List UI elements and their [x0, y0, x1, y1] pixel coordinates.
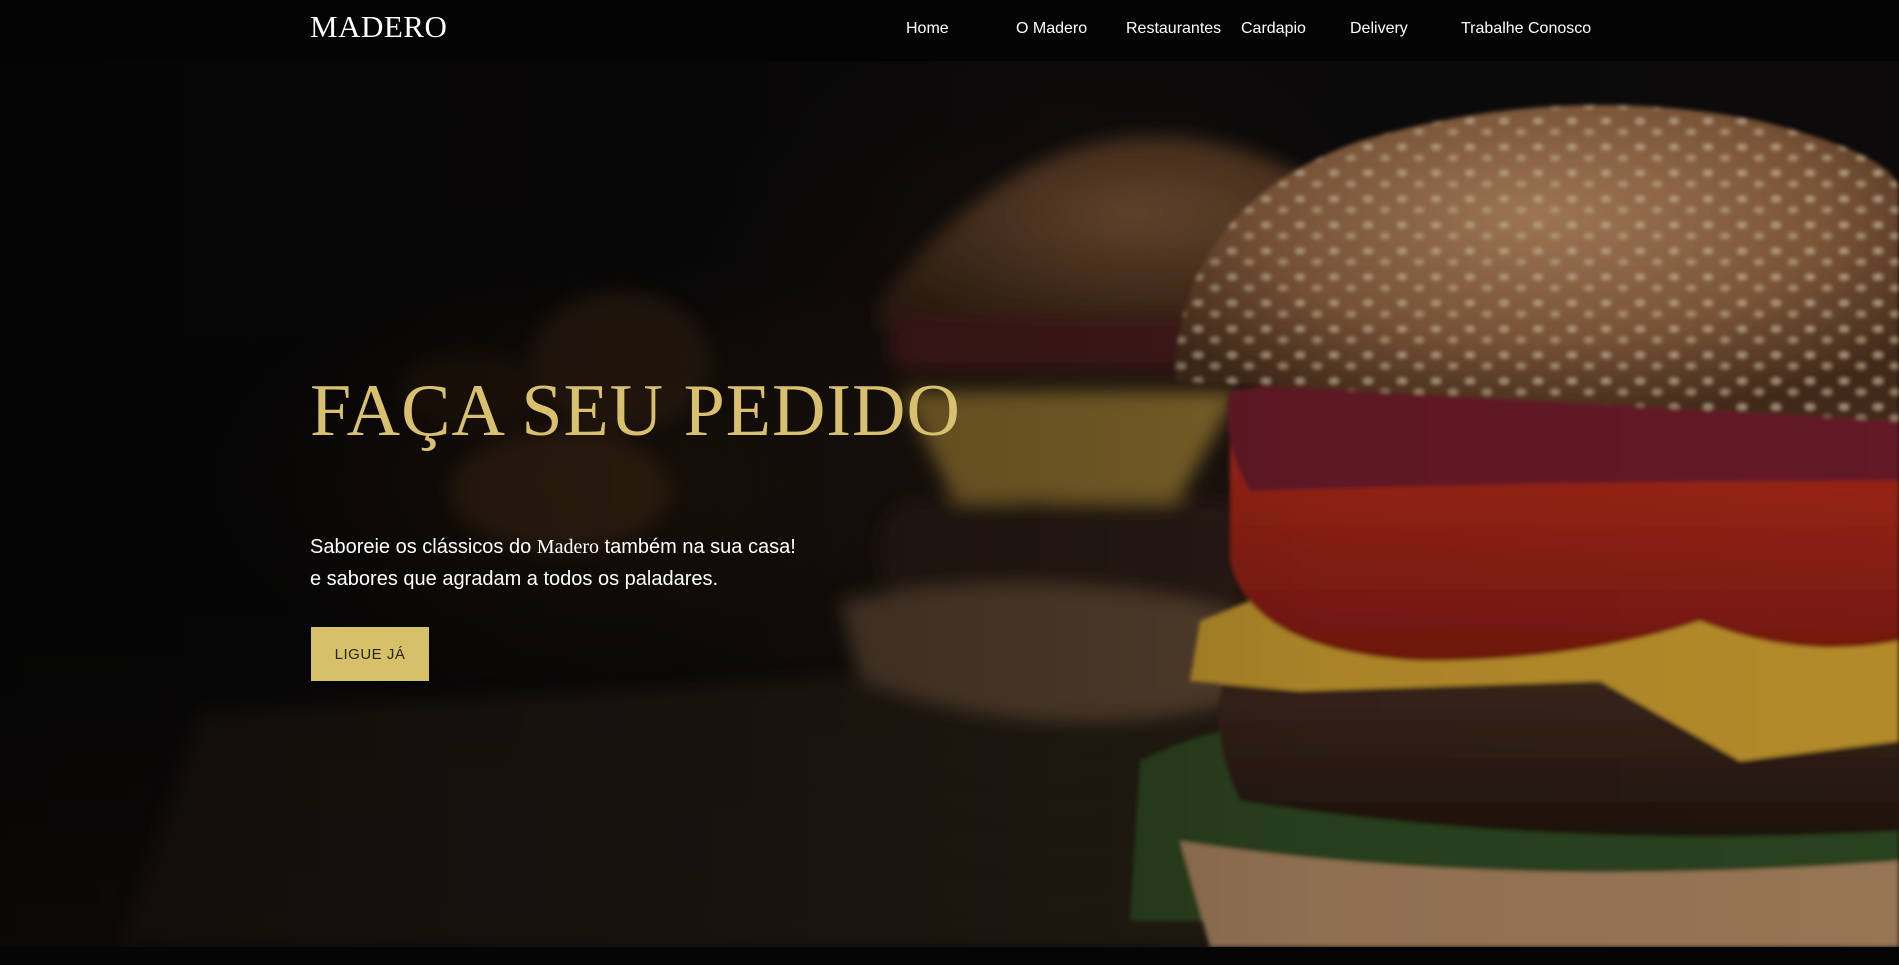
hero-section: FAÇA SEU PEDIDO Saboreie os clássicos do… — [0, 61, 1899, 947]
nav-delivery[interactable]: Delivery — [1350, 20, 1408, 38]
top-navbar: MADERO Home O Madero Restaurantes Cardap… — [0, 0, 1899, 61]
nav-o-madero[interactable]: O Madero — [1016, 20, 1087, 38]
hero-title: FAÇA SEU PEDIDO — [310, 370, 961, 452]
hero-subtitle-brand: Madero — [536, 536, 599, 558]
nav-cardapio[interactable]: Cardapio — [1241, 20, 1306, 38]
hero-subtitle-part2: também na sua casa! — [599, 536, 796, 558]
nav-home[interactable]: Home — [906, 20, 949, 38]
nav-trabalhe-conosco[interactable]: Trabalhe Conosco — [1461, 20, 1591, 38]
hero-subtitle: Saboreie os clássicos do Madero também n… — [310, 531, 796, 595]
hero-subtitle-part1: Saboreie os clássicos do — [310, 536, 537, 558]
page-bottom-strip — [0, 947, 1899, 965]
ligue-ja-button[interactable]: LIGUE JÁ — [311, 627, 429, 681]
hero-subtitle-line2: e sabores que agradam a todos os paladar… — [310, 568, 719, 590]
hero-overlay — [0, 61, 1899, 947]
brand-logo[interactable]: MADERO — [310, 9, 447, 45]
nav-restaurantes[interactable]: Restaurantes — [1126, 20, 1221, 38]
